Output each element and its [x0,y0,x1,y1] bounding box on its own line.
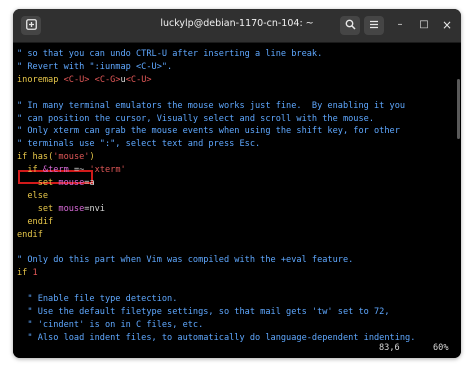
terminal-line: set mouse=a [17,177,95,189]
terminal-line: " Use the default filetype settings, so … [17,306,390,318]
code-token: mouse [58,178,85,188]
code-token: " terminals use ":", select text and pre… [17,139,261,150]
hamburger-menu-icon [369,20,379,31]
code-token: if [17,152,28,163]
code-token: 'xterm' [89,165,126,176]
code-token: set [17,203,54,214]
terminal-line: " so that you can undo CTRL-U after inse… [17,48,322,60]
scroll-percent: 60% [433,343,449,353]
code-token: endif [17,229,43,240]
terminal-line: " In many terminal emulators the mouse w… [17,100,405,112]
code-token: " Also load indent files, to automatical… [17,332,416,343]
code-token: " can position the cursor, Visually sele… [17,113,374,124]
code-token: " Use the default filetype settings, so … [17,307,390,317]
code-token: has( [32,152,54,163]
code-token: else [17,190,49,201]
code-token: =nvi [84,203,105,214]
cursor-position: 83,6 [379,343,400,353]
search-button[interactable] [340,16,360,35]
close-icon: × [441,18,453,32]
close-button[interactable]: × [440,18,454,32]
code-token: " Revert with ":iunmap <C-U>". [17,61,173,72]
terminal-line: set mouse=nvi [17,203,105,215]
terminal-line: " can position the cursor, Visually sele… [17,113,374,125]
code-token: =~ [68,165,90,176]
maximize-icon: □ [419,19,429,30]
code-token: 'mouse' [53,152,90,163]
terminal-line: if 1 [17,267,38,279]
code-token: " so that you can undo CTRL-U after inse… [17,49,323,59]
terminal-line: if has('mouse') [17,151,95,163]
terminal-line: " Enable file type detection. [17,293,177,305]
code-token: <C-G> [94,74,121,85]
minimize-icon: – [397,19,403,30]
maximize-button[interactable]: □ [417,18,431,32]
code-token: " Enable file type detection. [17,294,178,305]
terminal-line: " terminals use ":", select text and pre… [17,138,260,150]
code-token: if [17,268,28,279]
menu-button[interactable] [364,16,384,35]
terminal-content[interactable]: 83,6 60% " so that you can undo CTRL-U a… [13,43,461,358]
terminal-line: if &term =~ 'xterm' [17,164,126,176]
terminal-line: endif [17,216,53,228]
code-token: " In many terminal emulators the mouse w… [17,100,406,111]
code-token: 1 [32,268,38,279]
terminal-line: " Also load indent files, to automatical… [17,332,415,344]
title-bar[interactable]: luckylp@debian-1170-cn-104: ~ – □ × [13,9,461,43]
code-token: <C-U> [63,74,90,85]
scrollbar[interactable] [457,79,460,139]
terminal-line: " Only xterm can grab the mouse events w… [17,125,400,137]
terminal-window: luckylp@debian-1170-cn-104: ~ – □ × 83,6… [13,9,461,358]
terminal-line: " 'cindent' is on in C files, etc. [17,319,203,331]
code-token: " Only do this part when Vim was compile… [17,255,354,266]
code-token: mouse [58,203,85,214]
code-token: set [17,178,54,188]
code-token: inoremap [17,74,59,85]
code-token: ) [89,152,95,163]
search-icon [345,19,356,32]
code-token: =a [84,178,95,188]
terminal-line: " Only do this part when Vim was compile… [17,254,353,266]
terminal-line: else [17,190,48,202]
code-token: if [17,165,38,176]
code-token: " 'cindent' is on in C files, etc. [17,319,204,330]
code-token: &term [42,165,69,176]
terminal-line: endif [17,229,43,241]
code-token: <C-U> [125,74,152,85]
code-token: " Only xterm can grab the mouse events w… [17,126,400,137]
code-token: endif [17,216,54,227]
minimize-button[interactable]: – [393,18,407,32]
terminal-line: inoremap <C-U> <C-G>u<C-U> [17,74,152,86]
terminal-line: " Revert with ":iunmap <C-U>". [17,61,172,73]
